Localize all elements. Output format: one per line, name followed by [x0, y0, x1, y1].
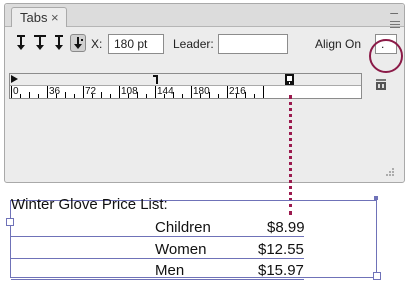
minimize-icon[interactable]: – — [390, 5, 398, 19]
x-label: X: — [91, 37, 103, 51]
row-item-children: Children — [155, 219, 211, 236]
close-icon[interactable]: × — [51, 8, 59, 27]
ruler-tick — [191, 86, 192, 98]
x-position-input[interactable]: 180 pt — [108, 34, 164, 54]
ruler-tick — [263, 86, 264, 98]
frame-corner-handle[interactable] — [374, 196, 378, 200]
row-price-men: $15.97 — [258, 262, 304, 279]
tab-label: Tabs — [20, 10, 48, 25]
frame-in-port[interactable] — [6, 218, 14, 226]
left-justified-tab-button[interactable] — [13, 34, 29, 52]
leader-label: Leader: — [173, 37, 214, 51]
row-price-women: $12.55 — [258, 241, 304, 258]
ruler-tick — [101, 92, 102, 98]
ruler-tick — [38, 94, 39, 98]
tab-toolbar: X: 180 pt Leader: Align On . — [5, 30, 404, 56]
ruler-label: 180 — [193, 86, 210, 97]
ruler-label: 144 — [157, 86, 174, 97]
center-tab-arrow-icon — [34, 35, 46, 50]
leader-input[interactable] — [218, 34, 288, 54]
row-price-children: $8.99 — [267, 219, 305, 236]
center-justified-tab-button[interactable] — [32, 34, 48, 52]
ruler-tick — [74, 94, 75, 98]
left-tab-arrow-icon — [17, 35, 25, 50]
selected-decimal-tab-marker-icon — [285, 74, 294, 85]
resize-grip-icon[interactable] — [383, 166, 395, 178]
right-justified-tab-button[interactable] — [51, 34, 67, 52]
tab-tabs[interactable]: Tabs × — [11, 7, 67, 27]
align-on-label: Align On — [315, 37, 362, 51]
ruler-tick — [119, 86, 120, 98]
price-list-title: Winter Glove Price List: — [11, 196, 168, 213]
ruler-tick — [254, 94, 255, 98]
align-on-highlight-ring — [369, 39, 403, 73]
ruler-tick — [11, 86, 12, 98]
ruler-tick — [110, 94, 111, 98]
ruler-tick — [83, 86, 84, 98]
ruler-tick — [155, 86, 156, 98]
position-panel-above-frame-icon[interactable] — [375, 78, 387, 90]
tab-alignment-guide — [289, 95, 292, 215]
ruler-tick — [65, 92, 66, 98]
ruler-tick — [47, 86, 48, 98]
row-item-women: Women — [155, 241, 207, 258]
decimal-tab-arrow-icon — [74, 37, 83, 49]
ruler-label: 216 — [229, 86, 246, 97]
ruler-label: 72 — [85, 86, 97, 97]
ruler-tick — [227, 86, 228, 98]
frame-out-port[interactable] — [373, 272, 381, 280]
ruler-tick — [146, 94, 147, 98]
tab-stop-strip[interactable] — [10, 74, 361, 86]
row-item-men: Men — [155, 262, 185, 279]
align-to-decimal-tab-button[interactable] — [70, 34, 86, 52]
right-tab-arrow-icon — [55, 35, 63, 50]
ruler-tick — [29, 92, 30, 98]
ruler-tick — [20, 94, 21, 98]
left-indent-marker-icon — [11, 75, 18, 83]
ruler-tick — [182, 94, 183, 98]
ruler-tick — [218, 94, 219, 98]
panel-menu-icon[interactable] — [390, 21, 400, 29]
tab-ruler[interactable]: 0 36 72 108 144 180 216 — [9, 73, 362, 99]
ruler-label: 36 — [49, 86, 61, 97]
ruler-label: 108 — [121, 86, 138, 97]
ruler-label: 0 — [13, 86, 19, 97]
tab-stop-marker-icon — [153, 75, 158, 84]
